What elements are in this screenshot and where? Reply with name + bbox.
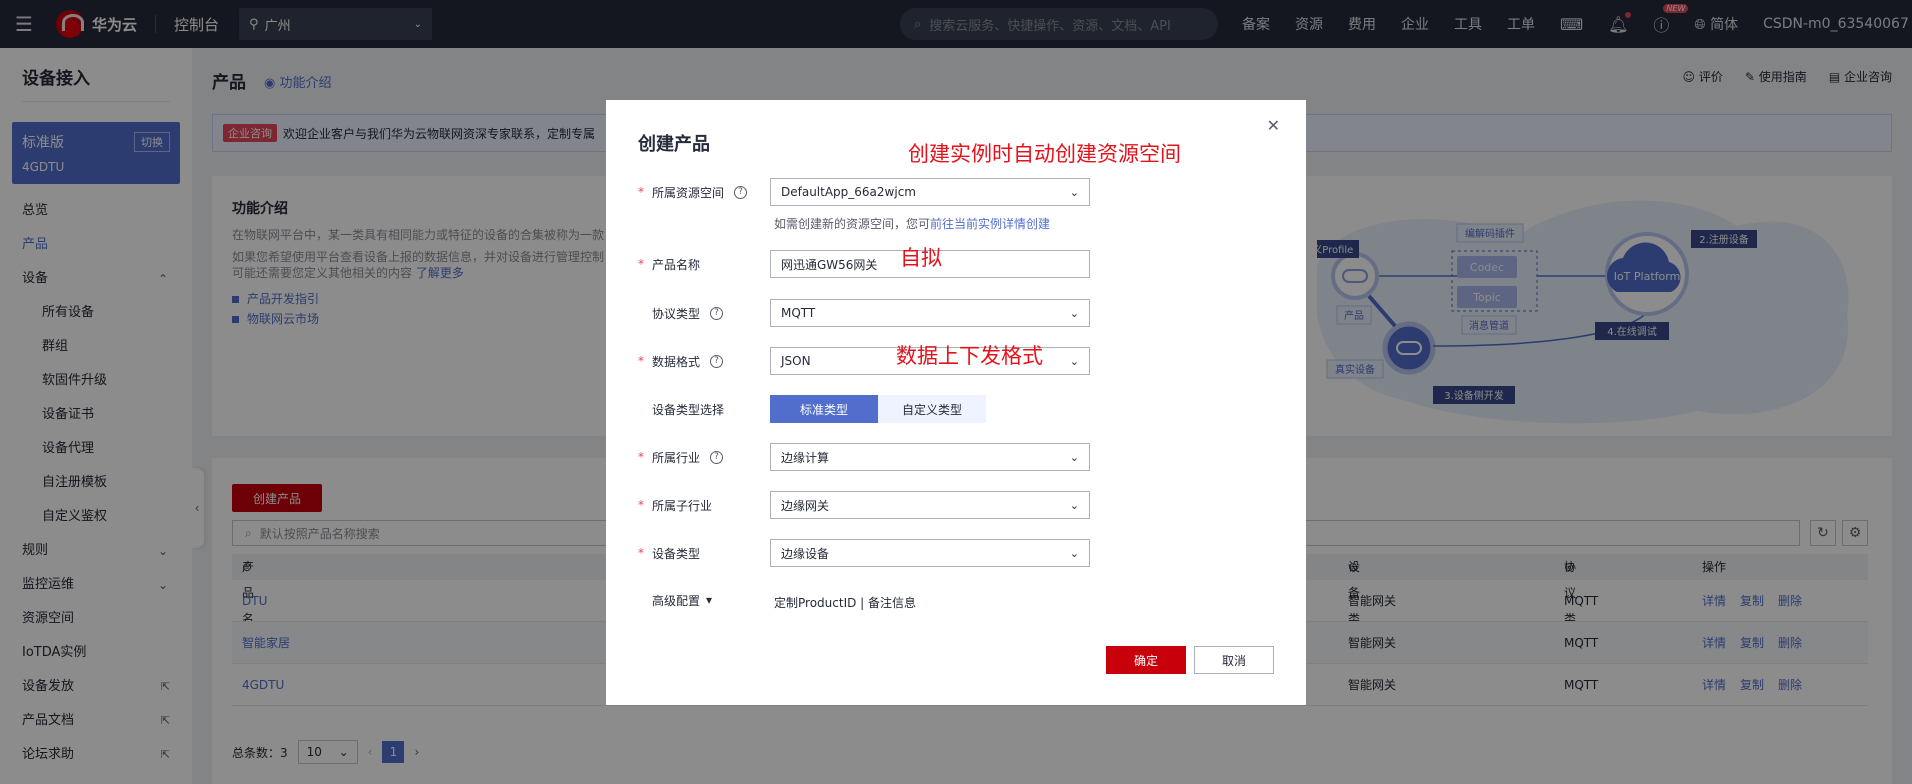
chevron-down-icon: ⌄	[1069, 546, 1079, 560]
cancel-button[interactable]: 取消	[1194, 646, 1274, 674]
field-label-text: 数据格式	[652, 354, 701, 369]
field-resource-space: * 所属资源空间? DefaultApp_66a2wjcm ⌄	[638, 178, 1090, 206]
instance-detail-link[interactable]: 前往当前实例详情创建	[930, 217, 1050, 231]
protocol-select[interactable]: MQTT ⌄	[770, 299, 1090, 327]
sub-industry-select[interactable]: 边缘网关 ⌄	[770, 491, 1090, 519]
chevron-down-icon: ⌄	[1069, 450, 1079, 464]
device-type-value: 边缘设备	[781, 546, 830, 561]
resource-space-hint: 如需创建新的资源空间，您可前往当前实例详情创建	[774, 215, 1050, 232]
field-label: * 数据格式?	[638, 353, 770, 370]
required-mark: *	[638, 546, 644, 560]
required-mark: *	[638, 257, 644, 271]
hint-text: 如需创建新的资源空间，您可	[774, 217, 931, 231]
field-advanced: 高级配置 ▾	[638, 586, 770, 614]
field-label: * 产品名称	[638, 256, 770, 273]
standard-type-option[interactable]: 标准类型	[770, 395, 878, 423]
industry-value: 边缘计算	[781, 450, 830, 465]
field-device-type-choice: 设备类型选择 标准类型 自定义类型	[638, 395, 986, 423]
field-label-text: 设备类型	[652, 546, 701, 561]
annotation-data-format: 数据上下发格式	[896, 344, 1043, 368]
required-mark: *	[638, 498, 644, 512]
field-label-text: 协议类型	[652, 306, 701, 321]
field-label-text: 所属子行业	[652, 498, 713, 513]
chevron-down-icon: ⌄	[1069, 498, 1079, 512]
chevron-down-icon: ⌄	[1069, 306, 1079, 320]
create-product-dialog: 创建产品 ✕ 创建实例时自动创建资源空间 * 所属资源空间? DefaultApp…	[606, 100, 1306, 705]
required-mark: *	[638, 185, 644, 199]
data-format-value: JSON	[781, 354, 811, 368]
caret-down-icon: ▾	[706, 593, 713, 607]
advanced-toggle[interactable]: 高级配置 ▾	[638, 592, 770, 609]
dialog-title: 创建产品	[638, 134, 710, 155]
advanced-links[interactable]: 定制ProductID | 备注信息	[774, 594, 916, 611]
resource-space-select[interactable]: DefaultApp_66a2wjcm ⌄	[770, 178, 1090, 206]
field-label-text: 所属行业	[652, 450, 701, 465]
field-label: * 所属资源空间?	[638, 184, 770, 201]
help-icon[interactable]: ?	[710, 306, 724, 320]
field-label: * 设备类型	[638, 545, 770, 562]
sub-industry-value: 边缘网关	[781, 498, 830, 513]
field-label-text: 所属资源空间	[652, 185, 725, 200]
device-type-toggle: 标准类型 自定义类型	[770, 395, 986, 423]
confirm-button[interactable]: 确定	[1106, 646, 1186, 674]
annotation-self-defined: 自拟	[900, 246, 942, 270]
field-product-name: * 产品名称 网迅通GW56网关	[638, 250, 1090, 278]
help-icon[interactable]: ?	[710, 354, 724, 368]
required-mark: *	[638, 450, 644, 464]
field-device-type: * 设备类型 边缘设备 ⌄	[638, 539, 1090, 567]
chevron-down-icon: ⌄	[1069, 354, 1079, 368]
chevron-down-icon: ⌄	[1069, 185, 1079, 199]
help-icon[interactable]: ?	[734, 185, 748, 199]
advanced-label: 高级配置	[652, 593, 701, 608]
close-icon[interactable]: ✕	[1267, 116, 1280, 135]
field-protocol: 协议类型? MQTT ⌄	[638, 299, 1090, 327]
field-label-text: 设备类型选择	[652, 402, 725, 417]
product-name-value: 网迅通GW56网关	[781, 257, 878, 272]
field-label: 设备类型选择	[638, 401, 770, 418]
device-type-select[interactable]: 边缘设备 ⌄	[770, 539, 1090, 567]
help-icon[interactable]: ?	[710, 450, 724, 464]
industry-select[interactable]: 边缘计算 ⌄	[770, 443, 1090, 471]
required-mark: *	[638, 354, 644, 368]
field-industry: * 所属行业? 边缘计算 ⌄	[638, 443, 1090, 471]
field-label: * 所属子行业	[638, 497, 770, 514]
annotation-resource-space: 创建实例时自动创建资源空间	[908, 142, 1181, 166]
field-sub-industry: * 所属子行业 边缘网关 ⌄	[638, 491, 1090, 519]
field-label: 协议类型?	[638, 305, 770, 322]
custom-type-option[interactable]: 自定义类型	[878, 395, 986, 423]
protocol-value: MQTT	[781, 306, 816, 320]
resource-space-value: DefaultApp_66a2wjcm	[781, 185, 916, 199]
field-label: * 所属行业?	[638, 449, 770, 466]
field-label-text: 产品名称	[652, 257, 701, 272]
